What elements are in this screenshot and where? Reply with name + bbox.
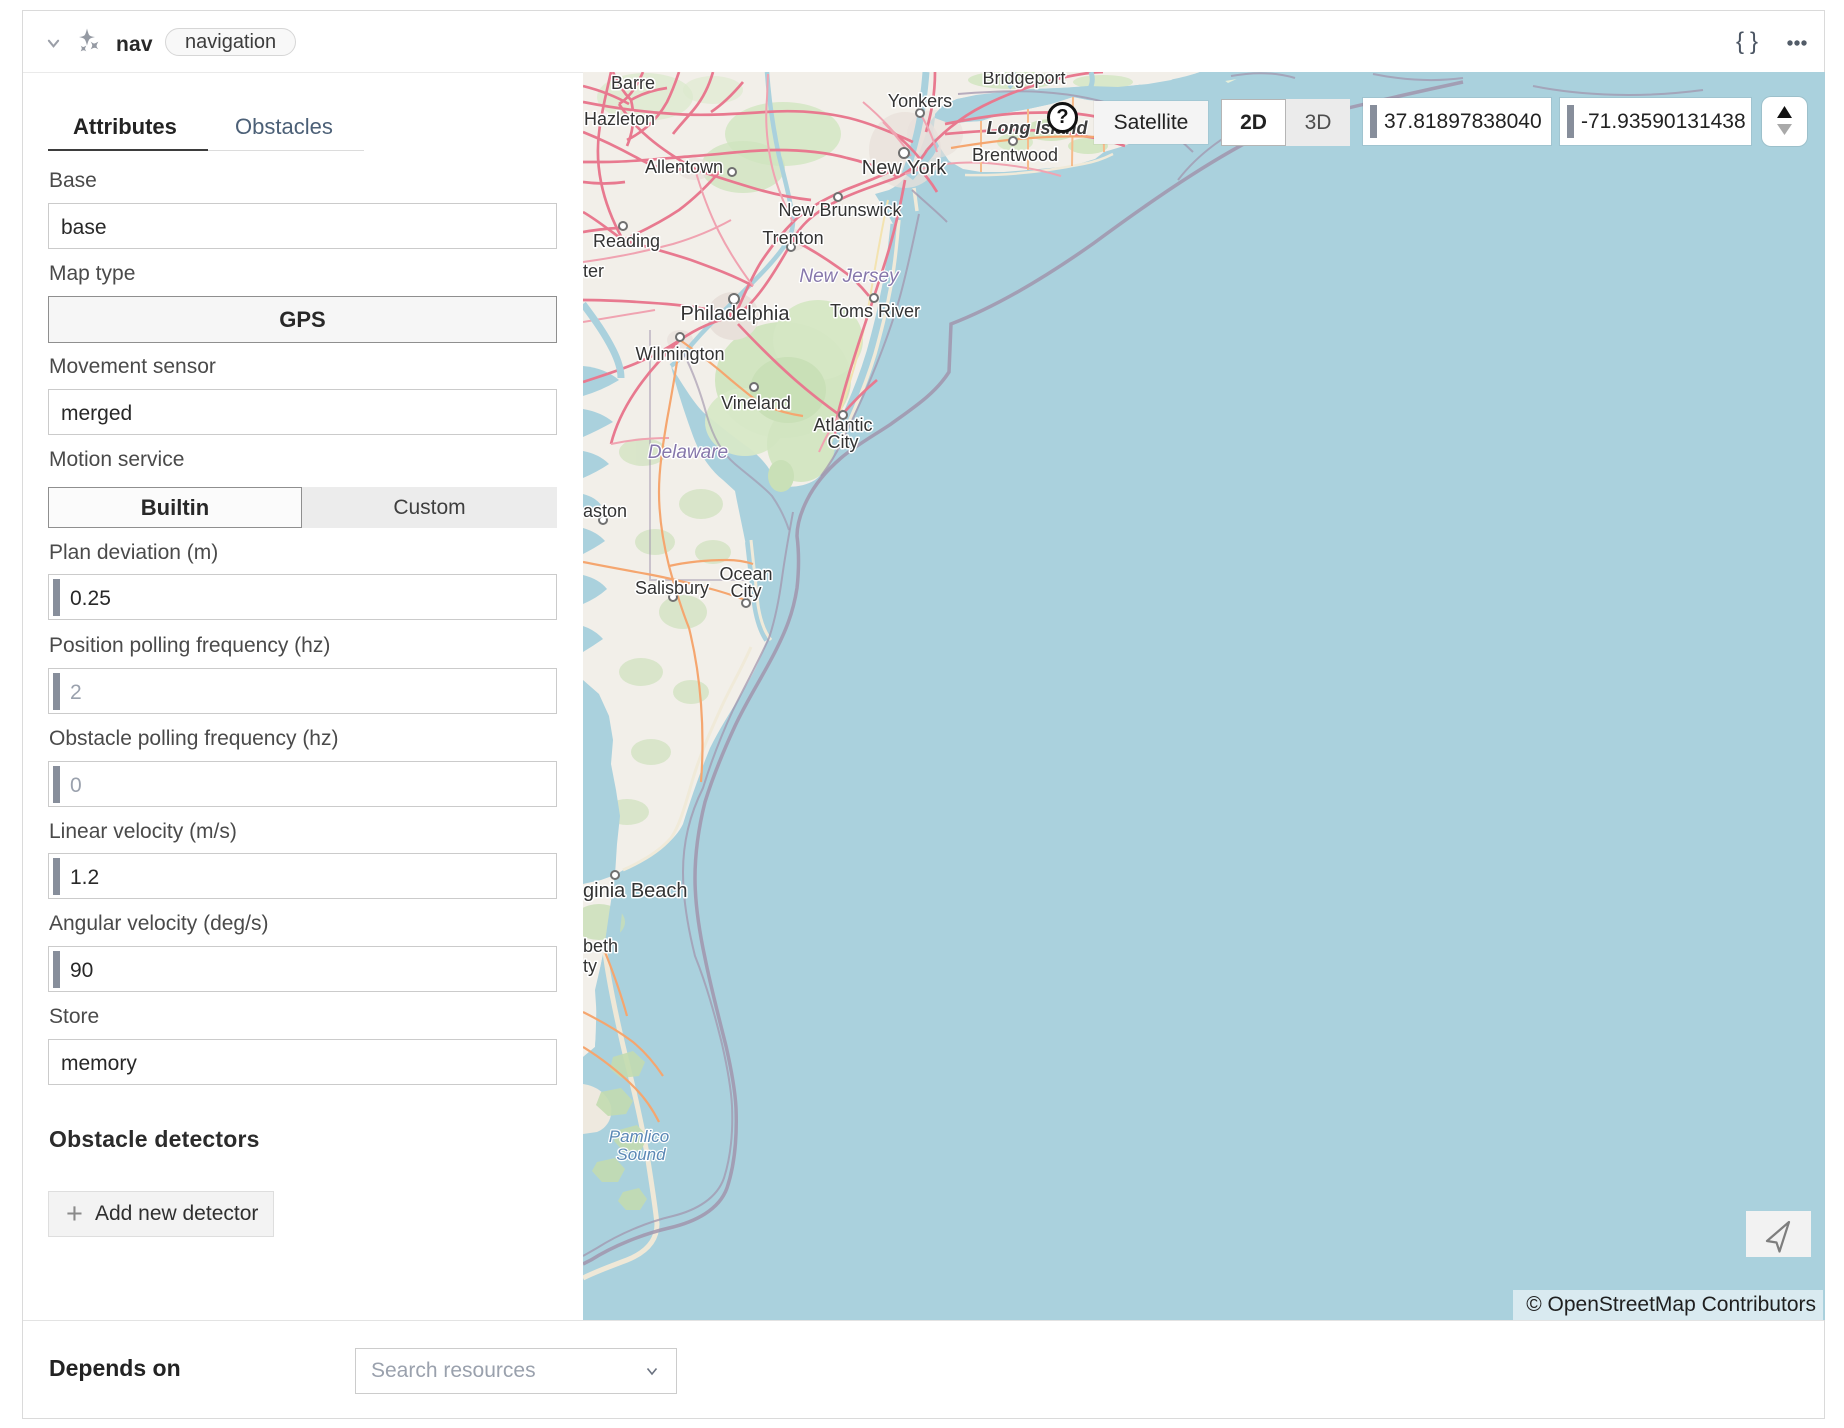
svg-text:City: City: [828, 432, 859, 452]
svg-text:Toms River: Toms River: [830, 301, 920, 321]
svg-text:Salisbury: Salisbury: [635, 578, 709, 598]
svg-text:Barre: Barre: [611, 73, 655, 93]
svg-text:New Brunswick: New Brunswick: [778, 200, 902, 220]
svg-text:Hazleton: Hazleton: [584, 109, 655, 129]
svg-text:Wilmington: Wilmington: [635, 344, 724, 364]
svg-text:New York: New York: [862, 157, 947, 179]
svg-text:aston: aston: [583, 501, 627, 521]
svg-text:Trenton: Trenton: [762, 228, 823, 248]
svg-text:ter: ter: [583, 261, 604, 281]
svg-text:Yonkers: Yonkers: [888, 91, 952, 111]
svg-text:Reading: Reading: [593, 231, 660, 251]
svg-text:Brentwood: Brentwood: [972, 145, 1058, 165]
svg-text:Sound: Sound: [616, 1145, 666, 1164]
svg-text:ginia Beach: ginia Beach: [583, 880, 688, 902]
svg-text:City: City: [731, 581, 762, 601]
svg-text:Allentown: Allentown: [645, 157, 723, 177]
svg-text:Vineland: Vineland: [721, 393, 791, 413]
svg-text:beth: beth: [583, 936, 618, 956]
svg-text:Pamlico: Pamlico: [609, 1127, 669, 1146]
svg-text:Bridgeport: Bridgeport: [982, 72, 1065, 88]
svg-text:Philadelphia: Philadelphia: [681, 303, 791, 325]
svg-text:ty: ty: [583, 956, 597, 976]
svg-text:Delaware: Delaware: [648, 442, 728, 463]
svg-text:New Jersey: New Jersey: [799, 266, 900, 287]
